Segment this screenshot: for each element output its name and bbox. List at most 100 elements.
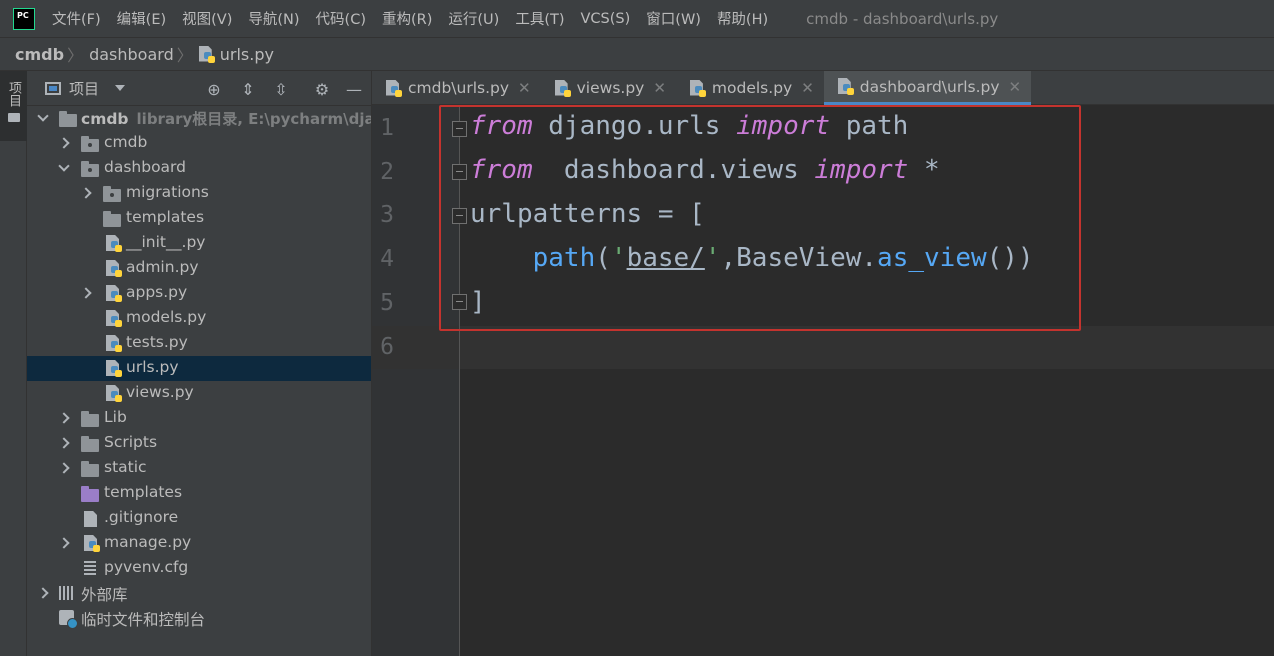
close-icon[interactable]: ✕ xyxy=(653,79,666,97)
tree-item-scratches[interactable]: 临时文件和控制台 xyxy=(27,606,371,631)
menu-bar: PC 文件(F) 编辑(E) 视图(V) 导航(N) 代码(C) 重构(R) 运… xyxy=(0,0,1274,37)
chevron-right-icon[interactable] xyxy=(81,188,91,198)
fold-marker-icon[interactable] xyxy=(452,208,467,224)
folder-icon xyxy=(81,436,99,452)
chevron-down-icon[interactable] xyxy=(115,85,126,91)
menu-navigate[interactable]: 导航(N) xyxy=(248,8,299,29)
chevron-right-icon[interactable] xyxy=(59,438,69,448)
menu-refactor[interactable]: 重构(R) xyxy=(382,8,432,29)
tree-item-migrations[interactable]: migrations xyxy=(27,181,371,206)
tree-item-apps-py[interactable]: apps.py xyxy=(27,281,371,306)
tree-item-gitignore[interactable]: .gitignore xyxy=(27,506,371,531)
fold-marker-icon[interactable] xyxy=(452,294,467,310)
locate-file-icon[interactable]: ⊕ xyxy=(204,79,224,99)
chevron-right-icon[interactable] xyxy=(59,538,69,548)
tree-item-dashboard[interactable]: dashboard xyxy=(27,156,371,181)
fold-marker-icon[interactable] xyxy=(452,121,467,137)
chevron-right-icon[interactable] xyxy=(38,588,48,598)
keyword: import xyxy=(736,111,831,141)
code-line-4[interactable]: path('base/',BaseView.as_view()) xyxy=(470,243,1034,273)
folder-icon xyxy=(81,461,99,477)
tree-item-manage-py[interactable]: manage.py xyxy=(27,531,371,556)
chevron-right-icon[interactable] xyxy=(59,413,69,423)
tree-item-init-py[interactable]: __init__.py xyxy=(27,231,371,256)
chevron-down-icon[interactable] xyxy=(38,113,48,123)
project-tool-window-button[interactable]: 项目 xyxy=(0,71,27,141)
menu-view[interactable]: 视图(V) xyxy=(182,8,232,29)
fold-marker-icon[interactable] xyxy=(452,164,467,180)
menu-file[interactable]: 文件(F) xyxy=(52,8,101,29)
menu-tools[interactable]: 工具(T) xyxy=(515,8,564,29)
tab-models[interactable]: models.py ✕ xyxy=(676,71,824,105)
code-line-2[interactable]: from dashboard.views import * xyxy=(470,155,940,185)
close-icon[interactable]: ✕ xyxy=(801,79,814,97)
code-line-5[interactable]: ] xyxy=(470,287,486,317)
tree-item-label: cmdb xyxy=(81,110,129,128)
code-text: ,BaseView. xyxy=(720,243,878,273)
breadcrumb-root[interactable]: cmdb xyxy=(15,45,64,64)
gutter-divider xyxy=(459,105,460,656)
tree-item-external-libraries[interactable]: 外部库 xyxy=(27,581,371,606)
tab-dashboard-urls[interactable]: dashboard\urls.py ✕ xyxy=(823,71,1032,105)
code-line-3[interactable]: urlpatterns = [ xyxy=(470,199,705,229)
project-view-icon xyxy=(45,81,61,95)
tree-item-urls-py[interactable]: urls.py xyxy=(27,356,371,381)
chevron-right-icon[interactable] xyxy=(81,288,91,298)
python-file-icon xyxy=(106,310,123,327)
keyword: from xyxy=(470,155,533,185)
python-file-icon xyxy=(554,79,571,97)
close-icon[interactable]: ✕ xyxy=(518,79,531,97)
tree-item-scripts[interactable]: Scripts xyxy=(27,431,371,456)
tab-views[interactable]: views.py ✕ xyxy=(541,71,676,105)
tree-item-static[interactable]: static xyxy=(27,456,371,481)
folder-icon xyxy=(103,211,121,227)
python-file-icon xyxy=(84,535,101,552)
tree-item-cmdb[interactable]: cmdb xyxy=(27,131,371,156)
code-editor[interactable]: 1 2 3 4 5 6 from django.urls import path… xyxy=(372,105,1274,656)
code-text: * xyxy=(908,155,940,185)
tree-item-label: admin.py xyxy=(126,258,199,276)
tree-item-lib[interactable]: Lib xyxy=(27,406,371,431)
chevron-right-icon[interactable] xyxy=(59,138,69,148)
tree-item-models-py[interactable]: models.py xyxy=(27,306,371,331)
tree-item-templates-inner[interactable]: templates xyxy=(27,206,371,231)
code-line-1[interactable]: from django.urls import path xyxy=(470,111,908,141)
collapse-all-icon[interactable]: ⇳ xyxy=(271,79,291,99)
tree-item-label: Lib xyxy=(104,408,127,426)
breadcrumb-file[interactable]: urls.py xyxy=(220,45,274,64)
tab-label: dashboard\urls.py xyxy=(859,77,1000,96)
tree-item-label: migrations xyxy=(126,183,209,201)
tree-item-admin-py[interactable]: admin.py xyxy=(27,256,371,281)
menu-edit[interactable]: 编辑(E) xyxy=(117,8,166,29)
menu-help[interactable]: 帮助(H) xyxy=(717,8,768,29)
python-file-icon xyxy=(689,79,706,97)
hide-panel-icon[interactable]: — xyxy=(344,79,364,99)
chevron-right-icon[interactable] xyxy=(59,463,69,473)
tree-item-label: cmdb xyxy=(104,133,148,151)
tree-item-pyvenv-cfg[interactable]: pyvenv.cfg xyxy=(27,556,371,581)
menu-run[interactable]: 运行(U) xyxy=(448,8,499,29)
tree-item-label: apps.py xyxy=(126,283,188,301)
gear-icon[interactable]: ⚙ xyxy=(312,79,332,99)
tree-item-label: pyvenv.cfg xyxy=(104,558,189,576)
templates-folder-icon xyxy=(81,486,99,502)
python-file-icon xyxy=(386,79,402,97)
tab-cmdb-urls[interactable]: cmdb\urls.py ✕ xyxy=(372,71,541,105)
project-panel-title[interactable]: 项目 xyxy=(69,78,99,99)
breadcrumb: cmdb 〉 dashboard 〉 urls.py xyxy=(0,37,1274,71)
close-icon[interactable]: ✕ xyxy=(1009,78,1022,96)
tree-item-templates[interactable]: templates xyxy=(27,481,371,506)
breadcrumb-folder[interactable]: dashboard xyxy=(89,45,174,64)
python-file-icon xyxy=(198,45,215,63)
tree-item-label: Scripts xyxy=(104,433,158,451)
menu-window[interactable]: 窗口(W) xyxy=(646,8,701,29)
tree-item-tests-py[interactable]: tests.py xyxy=(27,331,371,356)
menu-vcs[interactable]: VCS(S) xyxy=(581,11,631,27)
menu-code[interactable]: 代码(C) xyxy=(316,8,366,29)
chevron-down-icon[interactable] xyxy=(59,163,69,173)
tree-item-views-py[interactable]: views.py xyxy=(27,381,371,406)
expand-all-icon[interactable]: ⇕ xyxy=(238,79,258,99)
tab-label: views.py xyxy=(576,79,645,97)
tree-item-cmdb-root[interactable]: cmdb library根目录, E:\pycharm\django xyxy=(27,106,371,131)
